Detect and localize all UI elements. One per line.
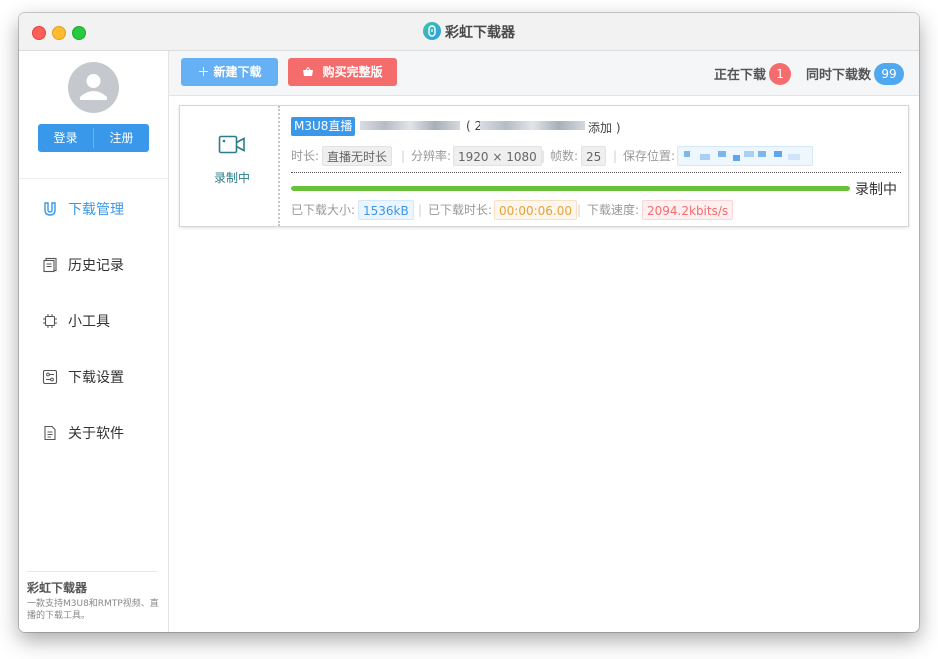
- video-camera-icon: [218, 133, 246, 161]
- toolbar: ＋新建下载 购买完整版 正在下载 1 同时下载数 99: [169, 51, 919, 96]
- redacted-path: [684, 151, 800, 161]
- meta-separator: |: [541, 149, 546, 163]
- download-progress-fill: [291, 186, 850, 191]
- sidebar-item-settings[interactable]: 下载设置: [41, 365, 161, 389]
- concurrent-count-badge: 99: [874, 63, 905, 85]
- redacted-task-date: [480, 121, 585, 130]
- sidebar-item-download-manager[interactable]: 下载管理: [41, 197, 161, 221]
- settings-icon: [41, 368, 59, 386]
- redacted-task-name: [360, 121, 460, 130]
- download-speed-value: 2094.2kbits/s: [642, 200, 734, 220]
- progress-status-text: 录制中: [855, 182, 897, 198]
- task-meta-row: 时长: 直播无时长 | 分辨率: 1920 × 1080 | 帧数: 25 | …: [291, 146, 891, 166]
- buy-full-version-label: 购买完整版: [322, 65, 383, 79]
- new-download-label: 新建下载: [213, 65, 262, 79]
- sidebar-item-label: 小工具: [68, 314, 110, 330]
- downloaded-size-label: 已下载大小:: [291, 203, 356, 217]
- plus-icon: ＋: [197, 65, 210, 79]
- auth-buttons: 登录 注册: [38, 124, 149, 152]
- concurrent-label: 同时下载数: [806, 68, 872, 83]
- sidebar-footer-divider: [27, 571, 157, 572]
- downloading-count-badge: 1: [769, 63, 792, 85]
- meta-separator: |: [418, 203, 423, 217]
- save-location-value[interactable]: [677, 146, 813, 166]
- sidebar-item-label: 历史记录: [68, 258, 124, 274]
- stream-type-tag: M3U8直播: [291, 117, 356, 136]
- app-logo-icon: [423, 22, 441, 40]
- cart-icon: [302, 65, 318, 79]
- sidebar-footer-title: 彩虹下载器: [27, 581, 88, 595]
- sidebar-item-about[interactable]: 关于软件: [41, 421, 161, 445]
- chip-icon: [41, 312, 59, 330]
- sidebar: 登录 注册 下载管理 历史记录 小工具 下载设置 关于软件 彩虹下载器 一款支持…: [19, 51, 169, 632]
- downloading-status: 正在下载 1: [714, 63, 792, 85]
- new-download-button[interactable]: ＋新建下载: [181, 58, 278, 86]
- window-title-text: 彩虹下载器: [445, 25, 515, 41]
- fps-value: 25: [581, 146, 607, 166]
- task-stats-row: 已下载大小: 1536kB | 已下载时长: 00:00:06.00 | 下载速…: [291, 200, 891, 220]
- sidebar-item-history[interactable]: 历史记录: [41, 253, 161, 277]
- downloading-label: 正在下载: [714, 68, 767, 83]
- duration-label: 时长:: [291, 149, 320, 163]
- meta-separator: |: [613, 149, 618, 163]
- task-name-suffix: 添加 ): [588, 121, 621, 135]
- resolution-label: 分辨率:: [411, 149, 452, 163]
- task-status-label: 录制中: [213, 171, 250, 185]
- register-button[interactable]: 注册: [94, 124, 149, 152]
- sidebar-footer-description: 一款支持M3U8和RMTP视频、直播的下载工具。: [27, 599, 159, 621]
- avatar[interactable]: [68, 62, 119, 113]
- download-progress-bar: [291, 186, 850, 191]
- sidebar-divider: [19, 178, 168, 179]
- save-location-label: 保存位置:: [623, 149, 676, 163]
- document-icon: [41, 424, 59, 442]
- task-divider: [291, 172, 901, 173]
- meta-separator: |: [577, 203, 582, 217]
- history-icon: [41, 256, 59, 274]
- app-window: 彩虹下载器 登录 注册 下载管理 历史记录 小工具 下载设置 关于软件 彩虹下载…: [19, 13, 919, 632]
- downloaded-time-value: 00:00:06.00: [494, 200, 577, 220]
- login-button[interactable]: 登录: [38, 124, 93, 152]
- duration-value: 直播无时长: [322, 146, 393, 166]
- task-status-panel: 录制中: [180, 106, 280, 226]
- fps-label: 帧数:: [550, 149, 579, 163]
- meta-separator: |: [401, 149, 406, 163]
- download-task-card[interactable]: 录制中 M3U8直播 ( 2 添加 ) 时长: 直播无时长 | 分辨率: 192…: [179, 105, 909, 227]
- sidebar-item-tools[interactable]: 小工具: [41, 309, 161, 333]
- buy-full-version-button[interactable]: 购买完整版: [288, 58, 397, 86]
- concurrent-status: 同时下载数 99: [806, 63, 905, 85]
- downloaded-size-value: 1536kB: [358, 200, 414, 220]
- window-title: 彩虹下载器: [19, 22, 919, 42]
- resolution-value: 1920 × 1080: [453, 146, 542, 166]
- downloaded-time-label: 已下载时长:: [428, 203, 493, 217]
- magnet-icon: [41, 200, 59, 218]
- sidebar-item-label: 关于软件: [68, 426, 124, 442]
- sidebar-item-label: 下载设置: [68, 370, 124, 386]
- user-icon: [80, 74, 107, 100]
- title-bar: 彩虹下载器: [19, 13, 919, 51]
- download-speed-label: 下载速度:: [587, 203, 640, 217]
- sidebar-item-label: 下载管理: [68, 202, 124, 218]
